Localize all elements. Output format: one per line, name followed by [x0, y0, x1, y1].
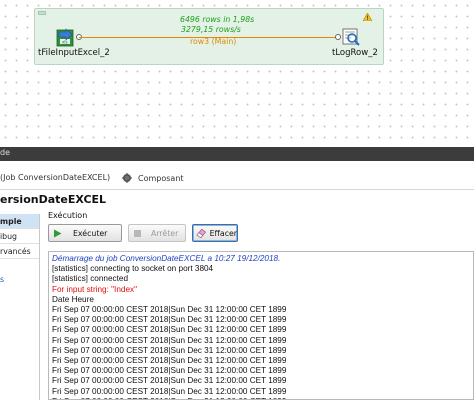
row-link-label[interactable]: row3 (Main) — [190, 37, 236, 46]
console-line: [statistics] connected — [52, 274, 128, 284]
option-debug-run[interactable]: ibug — [0, 229, 39, 244]
console-line: Démarrage du job ConversionDateEXCEL a 1… — [52, 254, 281, 263]
console-line: For input string: "Index" — [52, 284, 137, 294]
editor-tab-divider: de — [0, 147, 474, 161]
run-button-label: Exécuter — [73, 228, 108, 238]
console-line: Fri Sep 07 00:00:00 CEST 2018|Sun Dec 31… — [52, 325, 287, 335]
console-line: Fri Sep 07 00:00:00 CEST 2018|Sun Dec 31… — [52, 356, 287, 366]
tab-component-label: Composant — [138, 173, 184, 183]
option-advanced-settings[interactable]: rvancés — [0, 244, 39, 259]
rows-rate-stat: 3279,15 rows/s — [181, 25, 241, 34]
tab-component[interactable]: Composant — [122, 173, 184, 183]
console-output[interactable]: Démarrage du job ConversionDateEXCEL a 1… — [48, 251, 474, 400]
log-row-icon[interactable] — [341, 27, 361, 47]
option-basic-run[interactable]: mple — [0, 214, 39, 229]
stop-button[interactable]: Arrêter — [128, 224, 186, 242]
rows-count-stat: 6496 rows in 1,98s — [180, 15, 255, 24]
component-icon — [122, 173, 132, 183]
run-button[interactable]: Exécuter — [48, 224, 122, 242]
stop-icon — [134, 229, 141, 237]
target-component-label[interactable]: tLogRow_2 — [332, 48, 378, 58]
console-line: Fri Sep 07 00:00:00 CEST 2018|Sun Dec 31… — [52, 315, 287, 325]
console-line: Fri Sep 07 00:00:00 CEST 2018|Sun Dec 31… — [52, 376, 287, 386]
console-line: [statistics] connecting to socket on por… — [52, 264, 214, 274]
clear-button-label: Effacer — [209, 228, 237, 238]
console-line: Date Heure — [52, 294, 94, 304]
execution-section-label: Exécution — [48, 211, 88, 220]
tab-run-job[interactable]: (Job ConversionDateEXCEL) — [0, 173, 110, 182]
console-line: Fri Sep 07 00:00:00 CEST 2018|Sun Dec 31… — [52, 305, 287, 315]
job-title: ersionDateEXCEL — [0, 193, 107, 206]
eraser-icon — [196, 228, 207, 238]
option-target-exec[interactable]: s — [0, 272, 39, 287]
stop-button-label: Arrêter — [151, 228, 179, 238]
play-icon — [54, 229, 62, 237]
divider-label[interactable]: de — [0, 148, 10, 157]
console-line: Fri Sep 07 00:00:00 CEST 2018|Sun Dec 31… — [52, 345, 287, 355]
clear-button[interactable]: Effacer — [192, 224, 238, 242]
view-tabs-bar: (Job ConversionDateEXCEL) Composant — [0, 170, 474, 190]
console-line: Fri Sep 07 00:00:00 CEST 2018|Sun Dec 31… — [52, 335, 287, 345]
console-line: Fri Sep 07 00:00:00 CEST 2018|Sun Dec 31… — [52, 386, 287, 396]
source-component-label[interactable]: tFileInputExcel_2 — [38, 48, 110, 58]
run-options-list: mple ibug rvancés s — [0, 214, 40, 400]
excel-input-icon[interactable]: xls — [56, 27, 76, 47]
job-designer-canvas[interactable]: xls tFileInputExcel_2 6496 rows in 1,98s… — [0, 0, 474, 147]
svg-text:xls: xls — [62, 39, 68, 44]
subjob-collapse-toggle[interactable] — [38, 11, 46, 15]
warning-icon[interactable] — [363, 13, 372, 21]
console-line: Fri Sep 07 00:00:00 CEST 2018|Sun Dec 31… — [52, 366, 287, 376]
